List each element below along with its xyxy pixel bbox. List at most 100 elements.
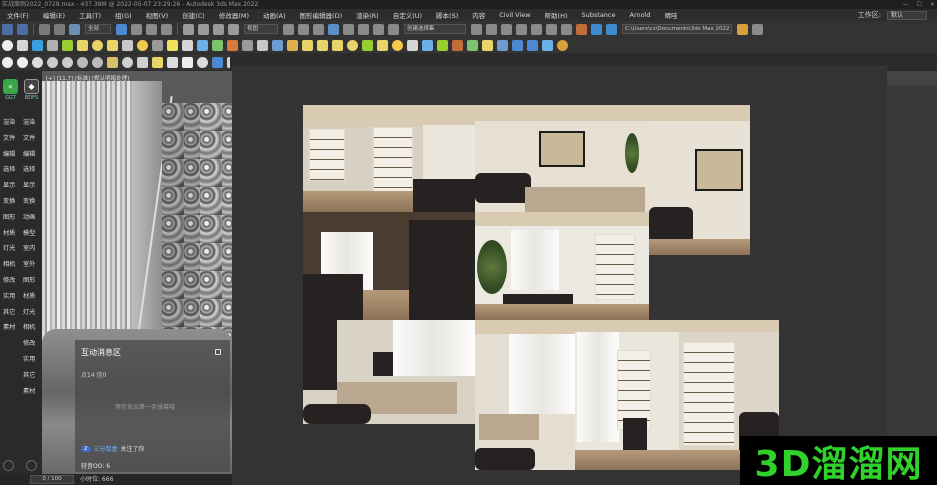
undo-icon[interactable] [2, 23, 13, 35]
category-item-left[interactable]: 材质 [3, 226, 15, 242]
paint-icon[interactable] [212, 56, 223, 68]
spline-icon[interactable] [182, 39, 193, 51]
eye-icon[interactable] [2, 39, 13, 51]
sweep-icon[interactable] [332, 39, 343, 51]
category-item-left[interactable]: 编辑 [3, 147, 15, 163]
category-item-left[interactable]: 文件 [3, 131, 15, 147]
extrude-icon[interactable] [302, 39, 313, 51]
render-thumbnail[interactable] [475, 105, 649, 212]
b-icon[interactable] [77, 56, 88, 68]
select-manipulate-icon[interactable] [298, 23, 309, 35]
pivot-icon[interactable] [283, 23, 294, 35]
light-lister-icon[interactable] [482, 39, 493, 51]
render-thumbnail[interactable] [575, 320, 679, 470]
vray-physical-camera-icon[interactable] [422, 39, 433, 51]
render-setup-icon[interactable] [591, 23, 602, 35]
lathe-icon[interactable] [317, 39, 328, 51]
category-item-right[interactable]: 修改 [23, 336, 35, 352]
box-icon[interactable] [77, 39, 88, 51]
workspace-select[interactable]: 默认 [887, 10, 927, 20]
p-icon[interactable] [152, 56, 163, 68]
gear-icon[interactable] [26, 460, 37, 471]
category-item-left[interactable]: 素材 [3, 320, 15, 336]
e-icon[interactable] [92, 56, 103, 68]
menu-create[interactable]: 创建(C) [175, 10, 212, 20]
material-editor-icon[interactable] [576, 23, 587, 35]
time-slider-field[interactable]: 0 / 100 [30, 475, 74, 484]
layer-explorer-icon[interactable] [501, 23, 512, 35]
menu-rendering[interactable]: 渲染(R) [349, 10, 386, 20]
camera-icon[interactable] [152, 39, 163, 51]
snap-toggle-icon[interactable] [328, 23, 339, 35]
isolate-icon[interactable] [32, 39, 43, 51]
render-production-icon[interactable] [737, 23, 748, 35]
category-item-right[interactable]: 实用 [23, 352, 35, 368]
vray-icon[interactable] [17, 56, 28, 68]
forest-pack-icon[interactable] [437, 39, 448, 51]
render-thumbnail[interactable] [303, 320, 475, 424]
menu-group[interactable]: 组(G) [108, 10, 139, 20]
menu-scripting[interactable]: 脚本(S) [429, 10, 465, 20]
cup-icon[interactable] [107, 56, 118, 68]
project-path-field[interactable]: C:\Users\cs\Documents\3ds Max 2022 [622, 24, 732, 34]
menu-modifiers[interactable]: 修改器(M) [212, 10, 256, 20]
interactive-render-icon[interactable] [542, 39, 553, 51]
mirror-icon[interactable] [471, 23, 482, 35]
vray-light-icon[interactable] [407, 39, 418, 51]
light-icon[interactable] [137, 39, 148, 51]
hexagon-settings-icon[interactable] [3, 460, 14, 471]
category-item-right[interactable]: 选择 [23, 162, 35, 178]
render-thumbnail[interactable] [475, 320, 575, 470]
hide-icon[interactable] [17, 39, 28, 51]
s-icon[interactable] [197, 56, 208, 68]
category-item-right[interactable]: 素材 [23, 384, 35, 400]
region-select-icon[interactable] [146, 23, 157, 35]
menu-views[interactable]: 视图(V) [139, 10, 176, 20]
render-thumbnail[interactable] [649, 105, 750, 255]
rendered-frame-window-icon[interactable] [606, 23, 617, 35]
reference-coordinate-select[interactable]: 视图 [244, 24, 278, 34]
render-region-icon[interactable] [557, 39, 568, 51]
modifier-icon[interactable] [197, 39, 208, 51]
category-item-right[interactable]: 文件 [23, 131, 35, 147]
redo-icon[interactable] [17, 23, 28, 35]
freeze-icon[interactable] [47, 39, 58, 51]
category-item-left[interactable]: 显示 [3, 178, 15, 194]
edit-named-selection-icon[interactable] [388, 23, 399, 35]
bind-space-warp-icon[interactable] [69, 23, 80, 35]
menu-graph-editors[interactable]: 图形编辑器(D) [293, 10, 350, 20]
c-icon[interactable] [62, 56, 73, 68]
toggle-ribbon-icon[interactable] [531, 23, 542, 35]
array-icon[interactable] [377, 39, 388, 51]
minimize-icon[interactable]: — [903, 0, 909, 9]
scale-icon[interactable] [213, 23, 224, 35]
project-folder-icon[interactable] [752, 23, 763, 35]
menu-civil-view[interactable]: Civil View [492, 11, 537, 19]
render-thumbnail[interactable] [475, 212, 649, 320]
edit-poly-icon[interactable] [212, 39, 223, 51]
bdfs-logo[interactable]: ◆ BDFS [24, 79, 39, 107]
category-item-left[interactable]: 变换 [3, 194, 15, 210]
category-item-right[interactable]: 相机 [23, 320, 35, 336]
spinner-snap-icon[interactable] [373, 23, 384, 35]
curve-editor-icon[interactable] [546, 23, 557, 35]
keyboard-shortcut-icon[interactable] [313, 23, 324, 35]
menu-content[interactable]: 内容 [465, 10, 492, 20]
close-icon[interactable]: ✕ [930, 0, 935, 9]
window-crossing-icon[interactable] [161, 23, 172, 35]
hexagon-icon[interactable] [167, 56, 178, 68]
tree-icon[interactable] [467, 39, 478, 51]
cylinder-icon[interactable] [107, 39, 118, 51]
category-item-right[interactable]: 灯光 [23, 305, 35, 321]
category-item-right[interactable]: 渲染 [23, 115, 35, 131]
helper-icon[interactable] [167, 39, 178, 51]
rotate-icon[interactable] [198, 23, 209, 35]
category-item-left[interactable]: 灯光 [3, 241, 15, 257]
tag-icon[interactable] [182, 56, 193, 68]
frame-buffer-icon[interactable] [512, 39, 523, 51]
ring-icon[interactable] [122, 56, 133, 68]
category-item-right[interactable]: 显示 [23, 178, 35, 194]
chat-username[interactable]: 三分鼠盒 [94, 444, 118, 453]
shell-icon[interactable] [242, 39, 253, 51]
camera-small-icon[interactable] [227, 56, 230, 68]
